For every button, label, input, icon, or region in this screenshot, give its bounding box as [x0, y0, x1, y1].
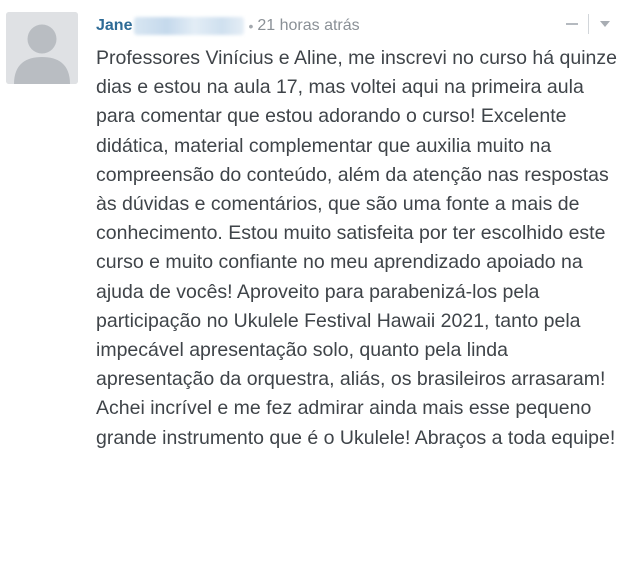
chevron-down-icon [600, 21, 610, 27]
avatar[interactable] [6, 12, 78, 84]
comment-actions [562, 10, 615, 38]
comment-header: Jane • 21 horas atrás [96, 14, 616, 38]
actions-divider [588, 14, 589, 34]
minus-collapse-icon [566, 23, 578, 25]
comment-timestamp[interactable]: 21 horas atrás [257, 17, 359, 35]
separator-bullet: • [248, 18, 254, 34]
author-name[interactable]: Jane [96, 17, 132, 35]
collapse-button[interactable] [562, 14, 582, 34]
comment: Jane • 21 horas atrás Professores Viníci… [0, 0, 637, 578]
comment-body: Professores Vinícius e Aline, me inscrev… [96, 47, 617, 449]
comment-menu-button[interactable] [595, 14, 615, 34]
default-user-avatar-icon [6, 12, 78, 84]
redacted-surname [134, 17, 245, 35]
